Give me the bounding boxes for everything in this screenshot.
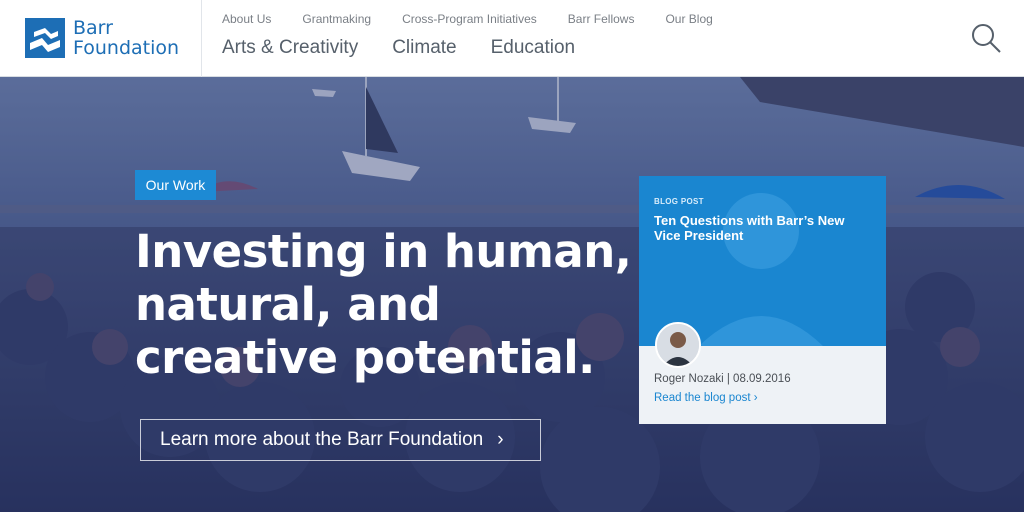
learn-more-button[interactable]: Learn more about the Barr Foundation › [140,419,541,461]
blog-post-label: BLOG POST [654,197,704,206]
person-avatar-icon [657,324,699,366]
blog-card-header: BLOG POST Ten Questions with Barr’s New … [639,176,886,346]
nav-cross-program-initiatives[interactable]: Cross-Program Initiatives [402,12,537,26]
headline-line-2: natural, and [135,278,441,331]
read-blog-post-link[interactable]: Read the blog post › [654,392,758,404]
headline-line-3: creative potential. [135,331,595,384]
nav-our-blog[interactable]: Our Blog [665,12,712,26]
nav-arts-creativity[interactable]: Arts & Creativity [222,37,358,59]
our-work-badge[interactable]: Our Work [135,170,216,200]
hero-banner: Our Work Investing in human, natural, an… [0,77,1024,512]
logo-text: Barr Foundation [73,18,179,58]
header-divider [201,0,202,77]
hero-headline: Investing in human, natural, and creativ… [135,225,635,384]
nav-climate[interactable]: Climate [392,37,456,59]
blog-post-card[interactable]: BLOG POST Ten Questions with Barr’s New … [639,176,886,424]
blog-post-title[interactable]: Ten Questions with Barr’s New Vice Presi… [654,213,864,243]
learn-more-label: Learn more about the Barr Foundation [160,429,484,450]
nav-about-us[interactable]: About Us [222,12,271,26]
chevron-right-icon: › [497,429,504,450]
blog-author-date: Roger Nozaki | 08.09.2016 [654,373,791,385]
main-nav: Arts & Creativity Climate Education [222,37,609,59]
nav-barr-fellows[interactable]: Barr Fellows [568,12,635,26]
logo-line-2: Foundation [73,37,180,59]
site-header: Barr Foundation About Us Grantmaking Cro… [0,0,1024,77]
barr-logo-mark-icon [25,18,65,58]
search-icon[interactable] [970,22,1002,54]
utility-nav: About Us Grantmaking Cross-Program Initi… [222,12,744,26]
author-avatar [655,322,701,368]
nav-grantmaking[interactable]: Grantmaking [302,12,371,26]
logo-line-1: Barr [73,17,113,39]
barr-foundation-logo[interactable]: Barr Foundation [25,16,201,60]
headline-line-1: Investing in human, [135,225,632,278]
nav-education[interactable]: Education [491,37,576,59]
